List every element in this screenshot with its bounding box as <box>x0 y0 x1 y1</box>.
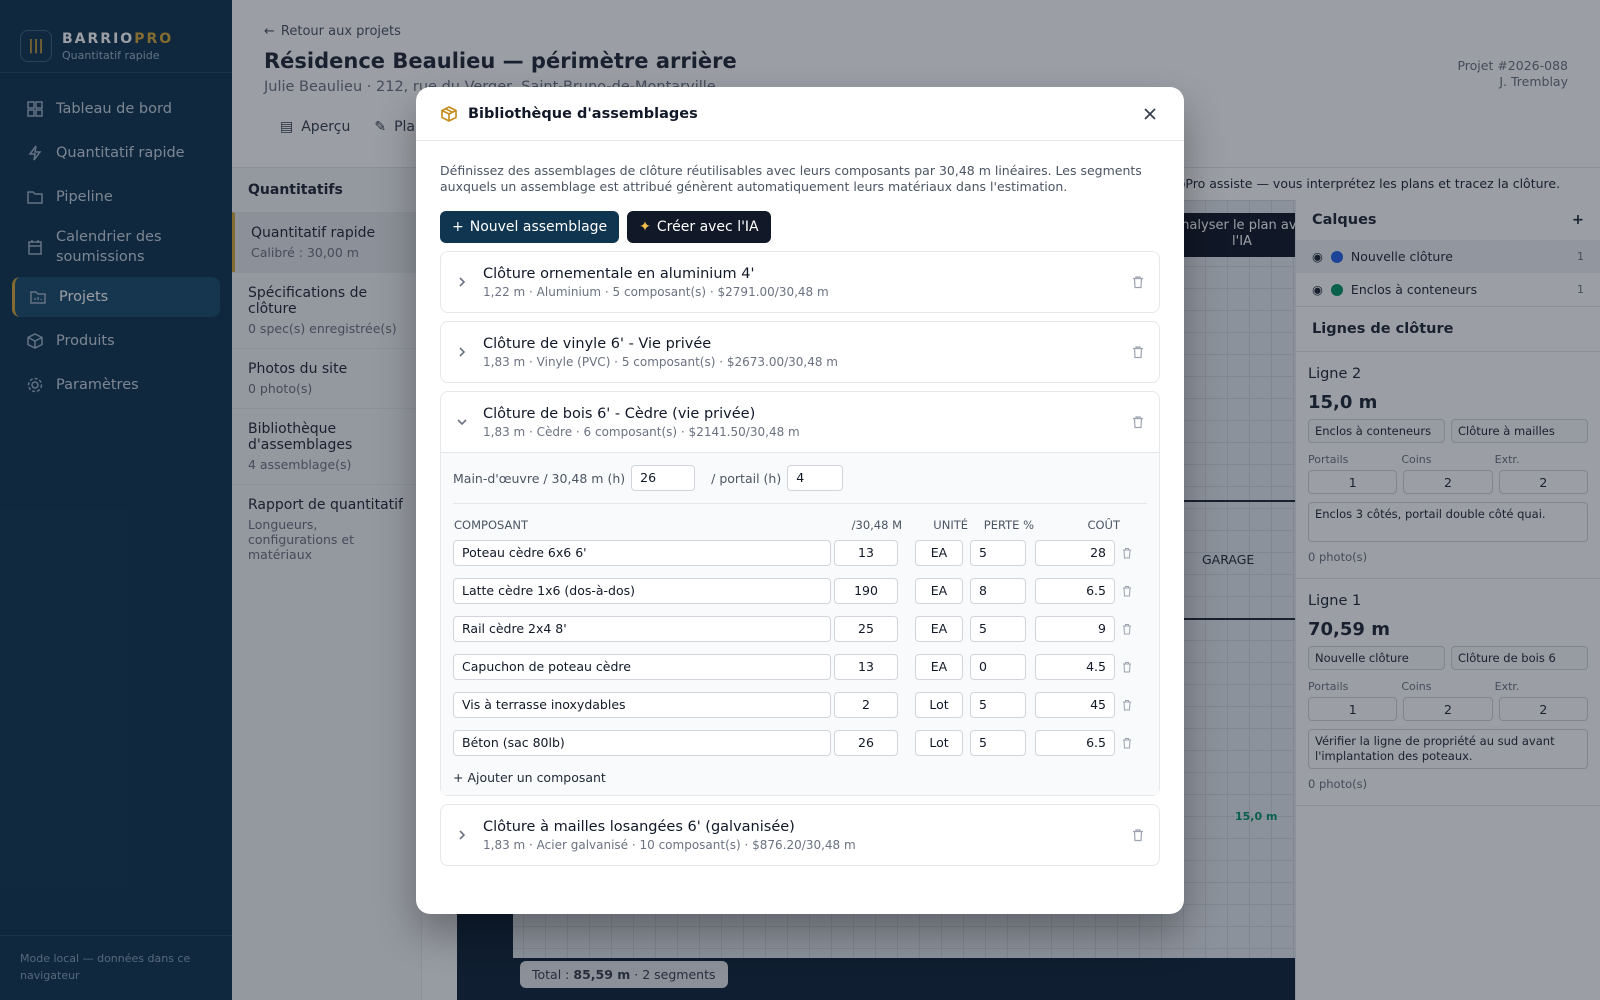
assembly-summary: 1,83 m · Cèdre · 6 composant(s) · $2141.… <box>483 424 800 439</box>
chevron-right-icon <box>459 277 466 287</box>
assembly-summary: 1,22 m · Aluminium · 5 composant(s) · $2… <box>483 284 829 299</box>
chevron-right-icon <box>459 347 466 357</box>
button-label: Créer avec l'IA <box>656 219 759 235</box>
component-cost-input[interactable]: 6.5 <box>1035 730 1115 756</box>
chevron-right-icon <box>459 830 466 840</box>
package-icon <box>441 105 457 122</box>
new-assembly-button[interactable]: + Nouvel assemblage <box>440 211 620 243</box>
assembly-details: Main-d'œuvre / 30,48 m (h) 26 / portail … <box>441 452 1159 795</box>
close-icon[interactable] <box>1140 104 1160 124</box>
labor-row: Main-d'œuvre / 30,48 m (h) 26 / portail … <box>453 465 1147 504</box>
assembly-header[interactable]: Clôture de bois 6' - Cèdre (vie privée) 1… <box>441 392 1159 452</box>
assembly-library-modal: Bibliothèque d'assemblages Définissez de… <box>416 87 1184 914</box>
component-unit-select[interactable]: Lot <box>915 730 963 756</box>
trash-icon[interactable] <box>1122 585 1132 597</box>
sparkle-icon: ✦ <box>639 219 651 235</box>
trash-icon[interactable] <box>1122 623 1132 635</box>
component-waste-input[interactable]: 5 <box>970 616 1026 642</box>
trash-icon[interactable] <box>1122 547 1132 559</box>
component-cost-input[interactable]: 9 <box>1035 616 1115 642</box>
trash-icon[interactable] <box>1122 661 1132 673</box>
assembly-summary: 1,83 m · Acier galvanisé · 10 composant(… <box>483 837 856 852</box>
component-waste-input[interactable]: 5 <box>970 730 1026 756</box>
trash-icon[interactable] <box>1131 345 1145 359</box>
assembly-summary: 1,83 m · Vinyle (PVC) · 5 composant(s) ·… <box>483 354 838 369</box>
component-unit-select[interactable]: EA <box>915 616 963 642</box>
component-unit-select[interactable]: EA <box>915 654 963 680</box>
assembly-header[interactable]: Clôture de vinyle 6' - Vie privée 1,83 m … <box>441 322 1159 382</box>
assembly-card: Clôture de vinyle 6' - Vie privée 1,83 m … <box>440 321 1160 383</box>
component-name-input[interactable]: Latte cèdre 1x6 (dos-à-dos) <box>453 578 831 604</box>
trash-icon[interactable] <box>1122 737 1132 749</box>
assembly-header[interactable]: Clôture à mailles losangées 6' (galvanis… <box>441 805 1159 865</box>
component-row: Capuchon de poteau cèdre 13 EA 0 4.5 <box>453 654 1147 680</box>
col-unit: UNITÉ <box>933 518 968 532</box>
component-qty-input[interactable]: 25 <box>834 616 898 642</box>
component-qty-input[interactable]: 2 <box>834 692 898 718</box>
component-name-input[interactable]: Rail cèdre 2x4 8' <box>453 616 831 642</box>
component-row: Béton (sac 80lb) 26 Lot 5 6.5 <box>453 730 1147 756</box>
assembly-card-expanded: Clôture de bois 6' - Cèdre (vie privée) 1… <box>440 391 1160 796</box>
modal-header: Bibliothèque d'assemblages <box>416 87 1184 141</box>
col-component: COMPOSANT <box>454 518 528 532</box>
labor-label: Main-d'œuvre / 30,48 m (h) <box>453 470 626 486</box>
assembly-title: Clôture de vinyle 6' - Vie privée <box>483 335 712 352</box>
assembly-header[interactable]: Clôture ornementale en aluminium 4' 1,22 … <box>441 252 1159 312</box>
add-component-link[interactable]: + Ajouter un composant <box>453 770 1147 785</box>
component-table-header: COMPOSANT /30,48 M UNITÉ PERTE % COÛT <box>453 518 1147 532</box>
assembly-title: Clôture de bois 6' - Cèdre (vie privée) <box>483 405 756 422</box>
gate-labor-label: / portail (h) <box>711 470 782 486</box>
plus-icon: + <box>452 219 464 235</box>
modal-body: Définissez des assemblages de clôture ré… <box>416 141 1184 866</box>
component-list: Poteau cèdre 6x6 6' 13 EA 5 28 Latte cèd… <box>453 540 1147 756</box>
assembly-title: Clôture ornementale en aluminium 4' <box>483 265 755 282</box>
component-waste-input[interactable]: 5 <box>970 692 1026 718</box>
chevron-down-icon <box>457 419 467 426</box>
component-unit-select[interactable]: EA <box>915 540 963 566</box>
gate-labor-input[interactable]: 4 <box>787 465 844 491</box>
component-cost-input[interactable]: 6.5 <box>1035 578 1115 604</box>
component-waste-input[interactable]: 0 <box>970 654 1026 680</box>
component-unit-select[interactable]: Lot <box>915 692 963 718</box>
trash-icon[interactable] <box>1131 275 1145 289</box>
assembly-title: Clôture à mailles losangées 6' (galvanis… <box>483 818 795 835</box>
trash-icon[interactable] <box>1122 699 1132 711</box>
component-cost-input[interactable]: 4.5 <box>1035 654 1115 680</box>
col-qty: /30,48 M <box>851 518 902 532</box>
component-qty-input[interactable]: 190 <box>834 578 898 604</box>
assembly-card: Clôture à mailles losangées 6' (galvanis… <box>440 804 1160 866</box>
assembly-card: Clôture ornementale en aluminium 4' 1,22 … <box>440 251 1160 313</box>
trash-icon[interactable] <box>1131 828 1145 842</box>
component-row: Vis à terrasse inoxydables 2 Lot 5 45 <box>453 692 1147 718</box>
col-cost: COÛT <box>1087 518 1120 532</box>
modal-title: Bibliothèque d'assemblages <box>468 105 698 122</box>
component-row: Latte cèdre 1x6 (dos-à-dos) 190 EA 8 6.5 <box>453 578 1147 604</box>
modal-actions: + Nouvel assemblage ✦ Créer avec l'IA <box>440 211 1160 243</box>
col-waste: PERTE % <box>983 518 1034 532</box>
component-row: Rail cèdre 2x4 8' 25 EA 5 9 <box>453 616 1147 642</box>
component-name-input[interactable]: Capuchon de poteau cèdre <box>453 654 831 680</box>
create-with-ai-button[interactable]: ✦ Créer avec l'IA <box>627 211 771 243</box>
component-cost-input[interactable]: 45 <box>1035 692 1115 718</box>
component-row: Poteau cèdre 6x6 6' 13 EA 5 28 <box>453 540 1147 566</box>
component-waste-input[interactable]: 8 <box>970 578 1026 604</box>
button-label: Nouvel assemblage <box>469 219 608 235</box>
component-name-input[interactable]: Poteau cèdre 6x6 6' <box>453 540 831 566</box>
labor-input[interactable]: 26 <box>631 465 696 491</box>
component-name-input[interactable]: Vis à terrasse inoxydables <box>453 692 831 718</box>
component-qty-input[interactable]: 13 <box>834 540 898 566</box>
modal-description: Définissez des assemblages de clôture ré… <box>440 163 1142 194</box>
component-waste-input[interactable]: 5 <box>970 540 1026 566</box>
component-cost-input[interactable]: 28 <box>1035 540 1115 566</box>
component-qty-input[interactable]: 13 <box>834 654 898 680</box>
component-name-input[interactable]: Béton (sac 80lb) <box>453 730 831 756</box>
component-qty-input[interactable]: 26 <box>834 730 898 756</box>
component-unit-select[interactable]: EA <box>915 578 963 604</box>
trash-icon[interactable] <box>1131 415 1145 429</box>
